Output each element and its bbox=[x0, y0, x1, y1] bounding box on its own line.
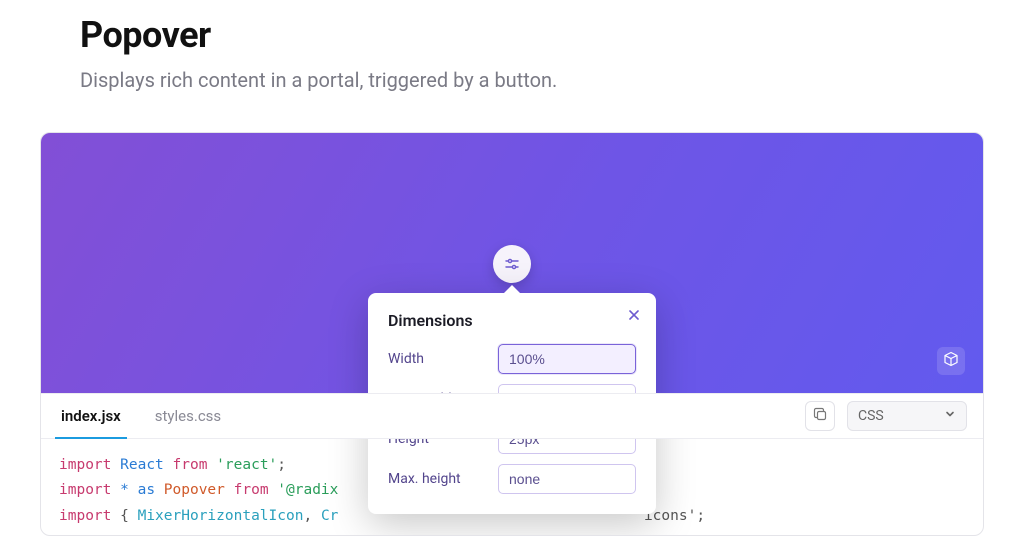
max-height-input[interactable] bbox=[498, 464, 636, 494]
code-token: MixerHorizontalIcon bbox=[138, 508, 304, 524]
select-value: CSS bbox=[858, 408, 884, 424]
style-framework-select[interactable]: CSS bbox=[847, 401, 967, 431]
code-token: Cr bbox=[321, 508, 338, 524]
popover-trigger-button[interactable] bbox=[493, 245, 531, 283]
field-label: Max. height bbox=[388, 471, 461, 487]
code-token: ; bbox=[277, 457, 286, 473]
code-token: Popover bbox=[164, 482, 225, 498]
field-row-width: Width bbox=[388, 344, 636, 374]
sandbox-button[interactable] bbox=[937, 347, 965, 375]
sliders-icon bbox=[504, 256, 520, 272]
code-token: React bbox=[120, 457, 164, 473]
width-input[interactable] bbox=[498, 344, 636, 374]
code-token: from bbox=[173, 457, 208, 473]
code-token: import bbox=[59, 482, 111, 498]
popover-close-button[interactable] bbox=[622, 303, 646, 327]
close-icon bbox=[628, 306, 640, 325]
code-token: { bbox=[120, 508, 137, 524]
code-token: * as bbox=[120, 482, 155, 498]
copy-icon bbox=[813, 407, 828, 426]
page-subtitle: Displays rich content in a portal, trigg… bbox=[80, 68, 984, 92]
demo-hero: Dimensions Width Max. width Height Max. … bbox=[41, 133, 983, 393]
code-token: '@radix bbox=[277, 482, 338, 498]
code-token: , bbox=[303, 508, 320, 524]
tab-styles-css[interactable]: styles.css bbox=[151, 394, 225, 438]
field-row-max-height: Max. height bbox=[388, 464, 636, 494]
code-token: import bbox=[59, 457, 111, 473]
code-token: 'react' bbox=[216, 457, 277, 473]
code-token: import bbox=[59, 508, 111, 524]
cube-icon bbox=[943, 351, 959, 371]
code-tabs-bar: index.jsx styles.css CSS bbox=[41, 393, 983, 439]
chevron-down-icon bbox=[944, 408, 956, 424]
code-token: from bbox=[234, 482, 269, 498]
demo-card: Dimensions Width Max. width Height Max. … bbox=[40, 132, 984, 536]
tab-index-jsx[interactable]: index.jsx bbox=[57, 394, 125, 438]
field-label: Width bbox=[388, 351, 424, 367]
page-title: Popover bbox=[80, 14, 984, 56]
copy-code-button[interactable] bbox=[805, 401, 835, 431]
popover-title: Dimensions bbox=[388, 311, 636, 330]
